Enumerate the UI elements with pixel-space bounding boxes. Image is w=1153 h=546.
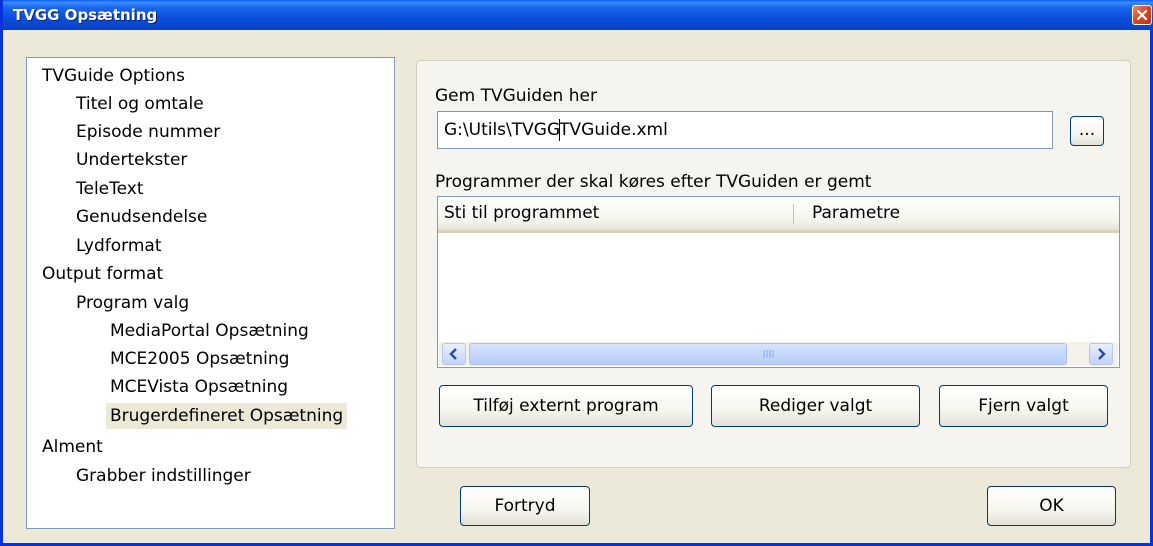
tree-item-lydformat[interactable]: Lydformat: [72, 233, 165, 259]
tree-item-mcevista[interactable]: MCEVista Opsætning: [106, 374, 292, 400]
column-header-path[interactable]: Sti til programmet: [438, 197, 599, 230]
column-header-parameters[interactable]: Parametre: [806, 197, 900, 230]
add-external-program-button[interactable]: Tilføj externt program: [439, 385, 693, 427]
tree-item-mce2005[interactable]: MCE2005 Opsætning: [106, 346, 293, 372]
column-separator[interactable]: [793, 204, 794, 224]
path-text-before: G:\Utils\TVGG: [444, 120, 561, 140]
output-path-input[interactable]: G:\Utils\TVGGTVGuide.xml: [437, 111, 1053, 149]
tree-item-mediaportal[interactable]: MediaPortal Opsætning: [106, 318, 313, 344]
cancel-button[interactable]: Fortryd: [460, 486, 590, 526]
programs-list[interactable]: Sti til programmet Parametre: [437, 196, 1120, 368]
close-icon: [1136, 9, 1148, 21]
window-title: TVGG Opsætning: [13, 6, 158, 24]
path-text-after: TVGuide.xml: [559, 120, 668, 140]
scrollbar-thumb[interactable]: [469, 343, 1067, 365]
tree-item-program-valg[interactable]: Program valg: [72, 290, 193, 316]
tree-item-teletext[interactable]: TeleText: [72, 176, 148, 202]
programs-label: Programmer der skal køres efter TVGuiden…: [435, 172, 872, 192]
tree-item-tvguide-options[interactable]: TVGuide Options: [38, 63, 189, 89]
settings-dialog: TVGG Opsætning TVGuide Options Titel og …: [0, 0, 1153, 546]
close-button[interactable]: [1132, 5, 1152, 25]
title-bar[interactable]: TVGG Opsætning: [3, 0, 1153, 30]
tree-item-genudsendelse[interactable]: Genudsendelse: [72, 204, 211, 230]
chevron-left-icon: [449, 348, 457, 360]
grip-icon: [763, 350, 774, 358]
scroll-right-button[interactable]: [1089, 343, 1113, 365]
tree-item-titel-og-omtale[interactable]: Titel og omtale: [72, 91, 208, 117]
save-location-label: Gem TVGuiden her: [435, 86, 597, 106]
tree-item-brugerdefineret[interactable]: Brugerdefineret Opsætning: [106, 403, 348, 429]
list-header: Sti til programmet Parametre: [438, 197, 1119, 233]
scroll-left-button[interactable]: [442, 343, 466, 365]
options-tree[interactable]: TVGuide Options Titel og omtale Episode …: [26, 57, 395, 529]
horizontal-scrollbar[interactable]: [439, 342, 1118, 366]
tree-item-episode-nummer[interactable]: Episode nummer: [72, 119, 224, 145]
edit-selected-button[interactable]: Rediger valgt: [711, 385, 920, 427]
chevron-right-icon: [1098, 348, 1106, 360]
tree-item-undertekster[interactable]: Undertekster: [72, 147, 191, 173]
remove-selected-button[interactable]: Fjern valgt: [939, 385, 1108, 427]
tree-item-grabber-indstillinger[interactable]: Grabber indstillinger: [72, 463, 255, 489]
tree-item-output-format[interactable]: Output format: [38, 261, 167, 287]
browse-button[interactable]: ...: [1070, 116, 1104, 146]
ok-button[interactable]: OK: [987, 486, 1116, 526]
tree-item-alment[interactable]: Alment: [38, 434, 107, 460]
